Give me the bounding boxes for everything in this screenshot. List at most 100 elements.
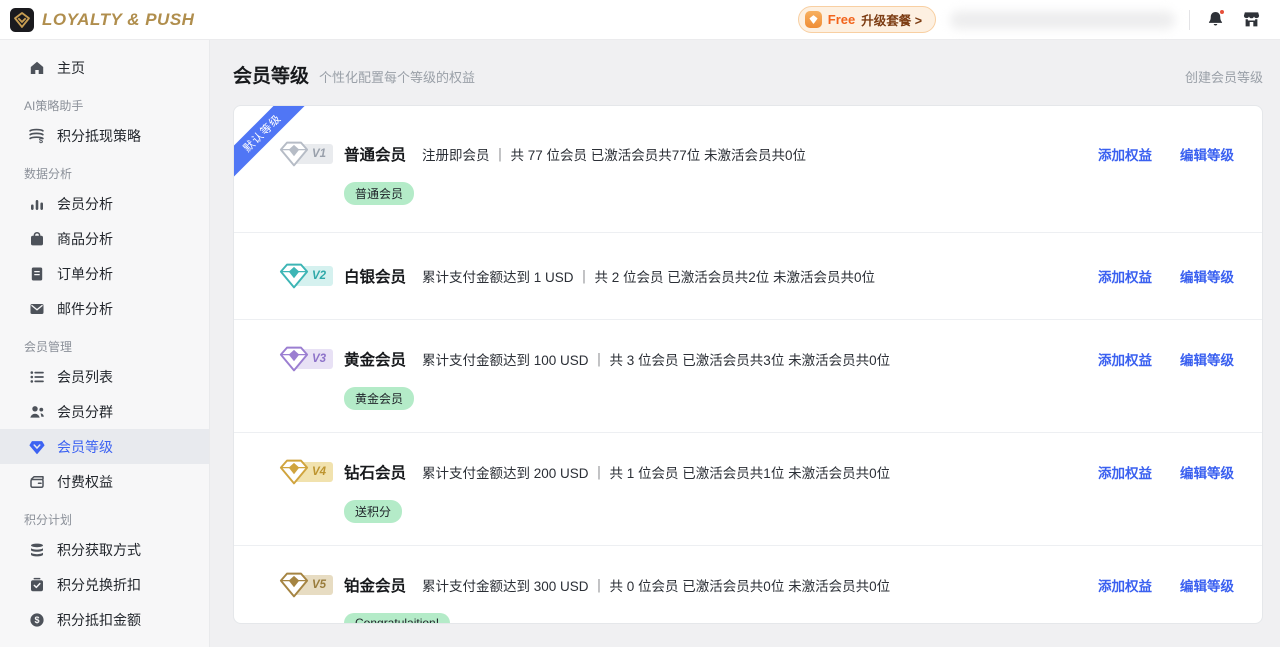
tier-row-v2: V2 白银会员 累计支付金额达到 1 USD ｜ 共 2 位会员 已激活会员共2… bbox=[234, 233, 1262, 320]
tier-tag: 普通会员 bbox=[344, 182, 414, 205]
tier-name: 黄金会员 bbox=[344, 348, 406, 370]
coins-stack-icon bbox=[28, 541, 45, 558]
topbar: LOYALTY & PUSH Free 升级套餐 > bbox=[0, 0, 1280, 40]
edit-level-link[interactable]: 编辑等级 bbox=[1180, 349, 1234, 369]
sidebar-section-settings: 设置 bbox=[0, 637, 209, 647]
document-icon bbox=[28, 265, 45, 282]
page-title: 会员等级 bbox=[233, 61, 309, 88]
sidebar-item-member-segments[interactable]: 会员分群 bbox=[0, 394, 209, 429]
add-benefit-link[interactable]: 添加权益 bbox=[1098, 266, 1152, 286]
sidebar-item-label: 邮件分析 bbox=[57, 299, 113, 319]
brand-name: LOYALTY & PUSH bbox=[42, 10, 194, 30]
tier-tag: 送积分 bbox=[344, 500, 402, 523]
sidebar-item-points-strategy[interactable]: $ 积分抵现策略 bbox=[0, 118, 209, 153]
gem-icon bbox=[278, 345, 310, 373]
sidebar-item-points-earning[interactable]: 积分获取方式 bbox=[0, 532, 209, 567]
wallet-card-icon bbox=[28, 473, 45, 490]
sidebar-item-label: 积分抵现策略 bbox=[57, 126, 141, 146]
tier-badge-v5: V5 bbox=[278, 570, 332, 600]
sidebar-item-member-levels[interactable]: 会员等级 bbox=[0, 429, 209, 464]
tier-description: 累计支付金额达到 300 USD ｜ 共 0 位会员 已激活会员共0位 未激活会… bbox=[422, 575, 890, 595]
notification-dot bbox=[1219, 9, 1225, 15]
diamond-icon bbox=[28, 438, 45, 455]
add-benefit-link[interactable]: 添加权益 bbox=[1098, 462, 1152, 482]
tier-description: 累计支付金额达到 200 USD ｜ 共 1 位会员 已激活会员共1位 未激活会… bbox=[422, 462, 890, 482]
sidebar-section-points-plan: 积分计划 bbox=[0, 499, 209, 532]
sidebar-item-points-redeem-discount[interactable]: 积分兑换折扣 bbox=[0, 567, 209, 602]
edit-level-link[interactable]: 编辑等级 bbox=[1180, 144, 1234, 164]
sidebar-item-email-analytics[interactable]: 邮件分析 bbox=[0, 291, 209, 326]
sidebar-item-label: 会员列表 bbox=[57, 367, 113, 387]
sidebar: 主页 AI策略助手 $ 积分抵现策略 数据分析 会员分析 bbox=[0, 40, 210, 647]
sidebar-item-label: 订单分析 bbox=[57, 264, 113, 284]
list-icon bbox=[28, 368, 45, 385]
sidebar-item-label: 积分兑换折扣 bbox=[57, 575, 141, 595]
edit-level-link[interactable]: 编辑等级 bbox=[1180, 266, 1234, 286]
brand-logo[interactable]: LOYALTY & PUSH bbox=[10, 8, 194, 32]
tier-tag: 黄金会员 bbox=[344, 387, 414, 410]
upgrade-plan-button[interactable]: Free 升级套餐 > bbox=[798, 6, 936, 33]
tier-badge-v3: V3 bbox=[278, 344, 332, 374]
add-benefit-link[interactable]: 添加权益 bbox=[1098, 575, 1152, 595]
tier-description: 累计支付金额达到 100 USD ｜ 共 3 位会员 已激活会员共3位 未激活会… bbox=[422, 349, 890, 369]
tier-row-v4: V4 钻石会员 累计支付金额达到 200 USD ｜ 共 1 位会员 已激活会员… bbox=[234, 433, 1262, 546]
brand-gem-icon bbox=[10, 8, 34, 32]
tier-badge-v1: V1 bbox=[278, 139, 332, 169]
tier-badge-v4: V4 bbox=[278, 457, 332, 487]
add-benefit-link[interactable]: 添加权益 bbox=[1098, 144, 1152, 164]
plan-gem-icon bbox=[805, 11, 822, 28]
bag-check-icon bbox=[28, 576, 45, 593]
tier-description: 注册即会员 ｜ 共 77 位会员 已激活会员共77位 未激活会员共0位 bbox=[422, 144, 806, 164]
sidebar-section-ai: AI策略助手 bbox=[0, 85, 209, 118]
sidebar-item-member-list[interactable]: 会员列表 bbox=[0, 359, 209, 394]
tier-description: 累计支付金额达到 1 USD ｜ 共 2 位会员 已激活会员共2位 未激活会员共… bbox=[422, 266, 875, 286]
users-icon bbox=[28, 403, 45, 420]
member-levels-card: 默认等级 V1 普通会员 注册即会员 ｜ 共 77 位会员 已激活会员共77位 … bbox=[233, 105, 1263, 624]
envelope-icon bbox=[28, 300, 45, 317]
gem-icon bbox=[278, 140, 310, 168]
sidebar-section-analytics: 数据分析 bbox=[0, 153, 209, 186]
tier-row-v3: V3 黄金会员 累计支付金额达到 100 USD ｜ 共 3 位会员 已激活会员… bbox=[234, 320, 1262, 433]
create-level-button[interactable]: 创建会员等级 bbox=[1185, 67, 1263, 86]
sidebar-section-member-mgmt: 会员管理 bbox=[0, 326, 209, 359]
tier-row-v5: V5 铂金会员 累计支付金额达到 300 USD ｜ 共 0 位会员 已激活会员… bbox=[234, 546, 1262, 624]
tier-name: 普通会员 bbox=[344, 143, 406, 165]
store-icon[interactable] bbox=[1240, 9, 1262, 31]
sidebar-item-label: 会员分群 bbox=[57, 402, 113, 422]
points-cash-strategy-icon: $ bbox=[28, 127, 45, 144]
notifications-bell-icon[interactable] bbox=[1204, 9, 1226, 31]
sidebar-item-paid-benefits[interactable]: 付费权益 bbox=[0, 464, 209, 499]
sidebar-item-label: 会员分析 bbox=[57, 194, 113, 214]
sidebar-item-label: 积分抵扣金额 bbox=[57, 610, 141, 630]
add-benefit-link[interactable]: 添加权益 bbox=[1098, 349, 1152, 369]
edit-level-link[interactable]: 编辑等级 bbox=[1180, 462, 1234, 482]
upgrade-label: 升级套餐 > bbox=[861, 10, 922, 29]
shopping-bag-icon bbox=[28, 230, 45, 247]
masked-account-name bbox=[950, 11, 1175, 29]
sidebar-item-order-analytics[interactable]: 订单分析 bbox=[0, 256, 209, 291]
sidebar-item-label: 主页 bbox=[57, 58, 85, 78]
svg-text:$: $ bbox=[34, 615, 39, 625]
sidebar-item-home[interactable]: 主页 bbox=[0, 50, 209, 85]
bar-chart-icon bbox=[28, 195, 45, 212]
sidebar-item-points-deduction[interactable]: $ 积分抵扣金额 bbox=[0, 602, 209, 637]
tier-name: 白银会员 bbox=[344, 265, 406, 287]
gem-icon bbox=[278, 571, 310, 599]
tier-name: 钻石会员 bbox=[344, 461, 406, 483]
tier-tag: Congratulaition! bbox=[344, 613, 450, 624]
svg-text:$: $ bbox=[39, 136, 44, 144]
gem-icon bbox=[278, 458, 310, 486]
main-content: 会员等级 个性化配置每个等级的权益 创建会员等级 默认等级 V1 bbox=[210, 40, 1280, 647]
page-subtitle: 个性化配置每个等级的权益 bbox=[319, 67, 475, 86]
tier-row-v1: 默认等级 V1 普通会员 注册即会员 ｜ 共 77 位会员 已激活会员共77位 … bbox=[234, 106, 1262, 233]
sidebar-item-label: 商品分析 bbox=[57, 229, 113, 249]
home-icon bbox=[28, 59, 45, 76]
edit-level-link[interactable]: 编辑等级 bbox=[1180, 575, 1234, 595]
plan-name: Free bbox=[828, 12, 855, 27]
sidebar-item-label: 付费权益 bbox=[57, 472, 113, 492]
dollar-circle-icon: $ bbox=[28, 611, 45, 628]
topbar-divider bbox=[1189, 10, 1190, 30]
sidebar-item-label: 积分获取方式 bbox=[57, 540, 141, 560]
sidebar-item-member-analytics[interactable]: 会员分析 bbox=[0, 186, 209, 221]
sidebar-item-product-analytics[interactable]: 商品分析 bbox=[0, 221, 209, 256]
